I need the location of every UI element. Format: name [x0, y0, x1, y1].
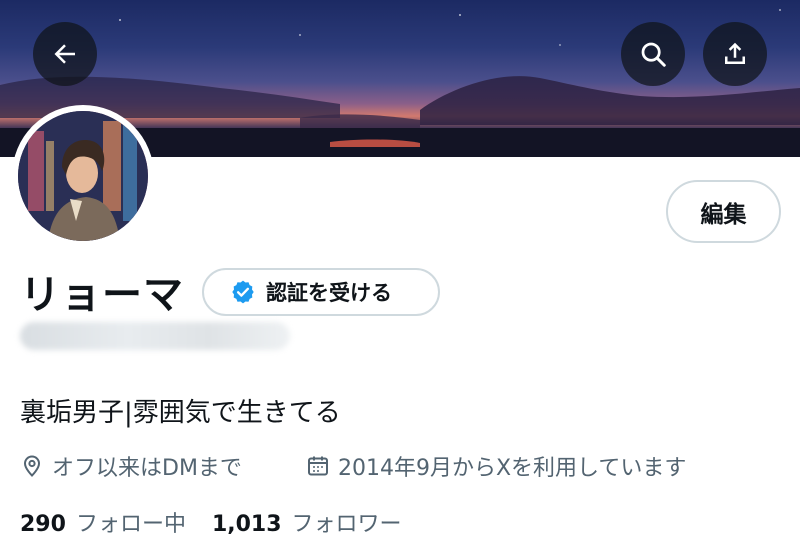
follow-stats: 290 フォロー中 1,013 フォロワー: [20, 506, 428, 538]
following-label[interactable]: フォロー中: [76, 506, 186, 538]
share-button[interactable]: [703, 22, 767, 86]
display-name: リョーマ: [20, 272, 184, 318]
get-verified-button[interactable]: 認証を受ける: [202, 268, 440, 316]
join-date-text: 2014年9月からXを利用しています: [338, 456, 687, 481]
following-count[interactable]: 290: [20, 512, 66, 537]
edit-profile-label: 編集: [700, 201, 747, 228]
back-button[interactable]: [33, 22, 97, 86]
get-verified-label: 認証を受ける: [266, 281, 392, 305]
search-icon: [638, 39, 668, 69]
avatar[interactable]: [12, 105, 154, 247]
search-button[interactable]: [621, 22, 685, 86]
avatar-image: [18, 111, 148, 241]
followers-label[interactable]: フォロワー: [292, 506, 402, 538]
verified-badge-icon: [230, 279, 256, 305]
share-icon: [720, 39, 750, 69]
location-pin-icon: [20, 454, 44, 478]
arrow-left-icon: [50, 39, 80, 69]
username-handle-redacted: [20, 322, 290, 350]
profile-join-date: 2014年9月からXを利用しています: [306, 450, 686, 482]
followers-count[interactable]: 1,013: [212, 512, 282, 537]
profile-bio: 裏垢男子|雰囲気で生きてる: [20, 398, 341, 428]
edit-profile-button[interactable]: 編集: [666, 180, 781, 243]
profile-location: オフ以来はDMまで: [20, 450, 242, 482]
calendar-icon: [306, 454, 330, 478]
location-text: オフ以来はDMまで: [52, 456, 242, 481]
